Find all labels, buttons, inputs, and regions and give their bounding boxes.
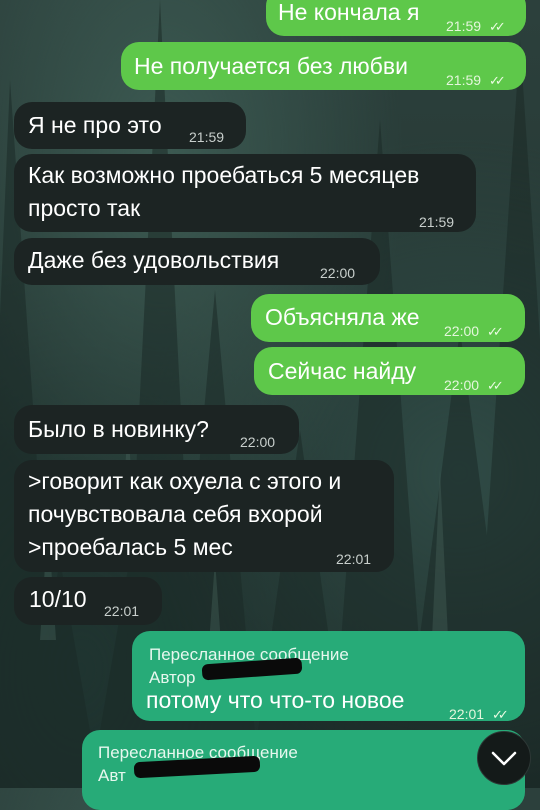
message-text: Даже без удовольствия — [28, 247, 280, 273]
message-text: Не получается без любви — [134, 53, 408, 79]
read-checkmarks-icon: ✓✓ — [489, 19, 506, 34]
message-text: Не кончала я — [278, 0, 420, 25]
message-text: потому что что-то новое — [146, 687, 405, 713]
forwarded-author: Авт — [98, 766, 126, 785]
message-text: Сейчас найду — [268, 358, 417, 384]
message-time: 21:59 — [446, 72, 482, 88]
message-text: Было в новинку? — [28, 416, 209, 442]
message-incoming[interactable]: Было в новинку? 22:00 — [14, 405, 299, 454]
message-time: 22:01 — [449, 706, 485, 722]
message-outgoing[interactable]: Объясняла же 22:00 ✓✓ — [251, 294, 525, 342]
read-checkmarks-icon: ✓✓ — [492, 707, 509, 722]
message-outgoing[interactable]: Не кончала я 21:59 ✓✓ — [266, 0, 526, 36]
message-incoming[interactable]: Как возможно проебаться 5 месяцев просто… — [14, 154, 476, 232]
message-time: 22:00 — [240, 434, 276, 450]
message-time: 22:01 — [336, 551, 372, 567]
message-time: 21:59 — [189, 129, 225, 145]
read-checkmarks-icon: ✓✓ — [487, 324, 504, 339]
message-time: 22:00 — [320, 265, 356, 281]
message-incoming[interactable]: >говорит как охуела с этого и почувствов… — [14, 460, 394, 572]
message-outgoing[interactable]: Не получается без любви 21:59 ✓✓ — [121, 42, 526, 90]
message-incoming[interactable]: 10/10 22:01 — [14, 577, 162, 625]
read-checkmarks-icon: ✓✓ — [487, 378, 504, 393]
message-time: 22:00 — [444, 377, 480, 393]
message-text: >говорит как охуела с этого и почувствов… — [28, 468, 342, 560]
message-text: 10/10 — [29, 586, 87, 612]
message-time: 22:00 — [444, 323, 480, 339]
message-time: 21:59 — [446, 18, 482, 34]
chevron-down-icon — [491, 751, 517, 766]
message-time: 22:01 — [104, 603, 140, 619]
read-checkmarks-icon: ✓✓ — [489, 73, 506, 88]
message-text: Как возможно проебаться 5 месяцев просто… — [28, 162, 420, 221]
message-outgoing[interactable]: Сейчас найду 22:00 ✓✓ — [254, 347, 525, 395]
message-time: 21:59 — [419, 214, 455, 230]
message-incoming[interactable]: Даже без удовольствия 22:00 — [14, 238, 380, 285]
forwarded-message[interactable]: Пересланное сообщение Автор потому что ч… — [132, 631, 525, 722]
message-incoming[interactable]: Я не про это 21:59 — [14, 102, 246, 149]
message-text: Объясняла же — [265, 304, 420, 330]
scroll-to-bottom-button[interactable] — [477, 731, 531, 785]
forwarded-message[interactable]: Пересланное сообщение Авт — [82, 730, 525, 810]
message-text: Я не про это — [28, 112, 162, 138]
